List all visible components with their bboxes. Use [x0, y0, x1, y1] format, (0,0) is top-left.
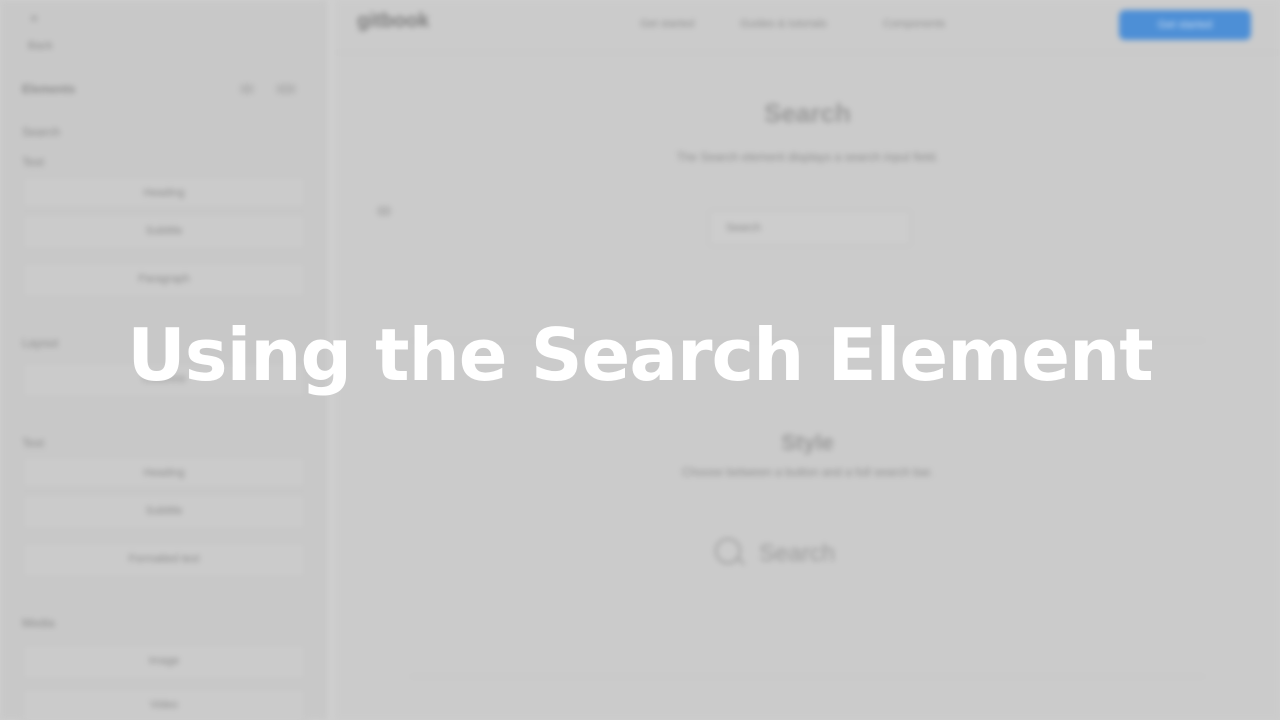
- video-frame: × Back Elements Search Text Heading Subt…: [0, 0, 1280, 720]
- title-overlay: Using the Search Element: [0, 0, 1280, 720]
- overlay-title: Using the Search Element: [127, 313, 1153, 397]
